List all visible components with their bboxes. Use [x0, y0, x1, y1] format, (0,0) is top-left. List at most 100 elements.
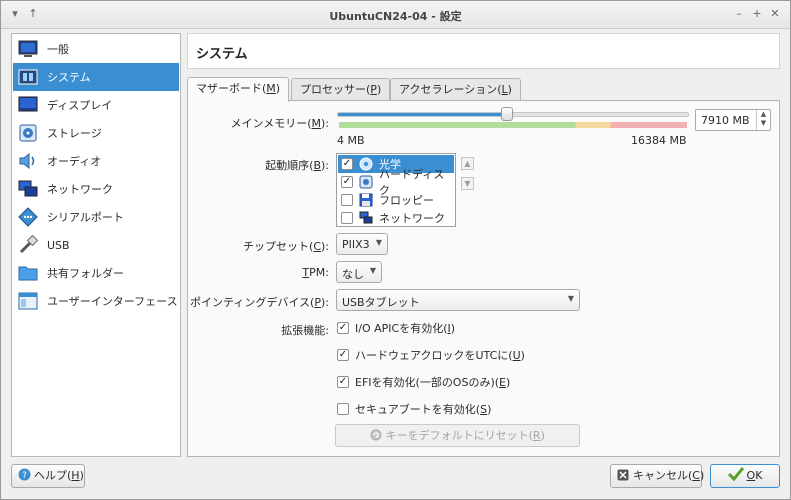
option-label-suffix: ) [450, 322, 456, 335]
option-label: セキュアブートを有効化(S) [355, 401, 491, 417]
secure-boot-checkbox[interactable] [337, 403, 349, 415]
chipset-label-text: チップセット( [243, 240, 314, 253]
chip-icon [17, 67, 39, 87]
secure-boot-option[interactable]: セキュアブートを有効化(S) [337, 401, 491, 417]
memory-slider[interactable] [337, 112, 689, 117]
pointing-device-combo[interactable]: USBタブレット ▼ [336, 289, 580, 311]
option-mnemonic: E [499, 376, 506, 389]
boot-order-label-mnemonic: B [313, 159, 321, 172]
check-icon [727, 465, 747, 487]
spin-down-icon[interactable]: ▼ [757, 119, 770, 128]
tab-label-suffix: ) [376, 83, 382, 96]
io-apic-option[interactable]: ✓ I/O APICを有効化(I) [337, 320, 455, 336]
sidebar-item-label: 共有フォルダー [47, 267, 124, 280]
boot-item-label: フロッピー [379, 194, 434, 207]
cancel-button[interactable]: キャンセル(C) [610, 464, 704, 488]
reset-mnemonic: R [532, 429, 541, 442]
sidebar-item-user-interface[interactable]: ユーザーインターフェース [13, 287, 179, 315]
tpm-combo[interactable]: なし ▼ [336, 261, 382, 283]
boot-move-up-button[interactable]: ▲ [461, 157, 474, 170]
cancel-icon [617, 465, 633, 487]
sidebar-item-label: 一般 [47, 43, 69, 56]
boot-checkbox-network[interactable] [341, 212, 353, 224]
close-button[interactable]: ✕ [767, 6, 783, 22]
boot-item-network[interactable]: ネットワーク [338, 209, 454, 227]
option-label-suffix: ) [487, 403, 492, 416]
boot-checkbox-floppy[interactable] [341, 194, 353, 206]
chipset-label: チップセット(C): [243, 238, 329, 254]
option-label: ハードウェアクロックをUTCに(U) [355, 347, 525, 363]
memory-label-mnemonic: M [311, 117, 322, 130]
reset-keys-button[interactable]: キーをデフォルトにリセット(R) [335, 424, 580, 447]
boot-order-list[interactable]: ✓ 光学 ✓ ハードディスク フロッピー ネットワーク [336, 153, 456, 227]
tab-label-suffix: ) [507, 83, 512, 96]
network-icon [17, 179, 39, 199]
boot-checkbox-optical[interactable]: ✓ [341, 158, 353, 170]
tab-processor[interactable]: プロセッサー(P) [291, 78, 391, 102]
help-icon: ? [18, 465, 34, 487]
memory-slider-handle[interactable] [501, 107, 513, 121]
memory-max-label: 16384 MB [631, 134, 687, 147]
chipset-combo[interactable]: PIIX3 ▼ [336, 233, 388, 255]
io-apic-checkbox[interactable]: ✓ [337, 322, 349, 334]
help-mnemonic: H [71, 469, 80, 482]
option-label: EFIを有効化(一部のOSのみ)(E) [355, 374, 510, 390]
spin-up-icon[interactable]: ▲ [757, 110, 770, 119]
memory-min-label: 4 MB [337, 134, 365, 147]
monitor-icon [17, 39, 39, 59]
sidebar-item-system[interactable]: システム [13, 63, 179, 91]
page-title: システム [196, 47, 248, 62]
chipset-label-suffix: ): [321, 240, 329, 253]
boot-order-label-text: 起動順序( [265, 159, 314, 172]
sidebar-item-shared-folders[interactable]: 共有フォルダー [13, 259, 179, 287]
efi-checkbox[interactable]: ✓ [337, 376, 349, 388]
tab-label: アクセラレーション( [399, 83, 502, 96]
option-label-text: ハードウェアクロックをUTCに( [355, 349, 513, 362]
boot-item-floppy[interactable]: フロッピー [338, 191, 454, 209]
help-label-text: ヘルプ( [34, 469, 72, 482]
maximize-button[interactable]: + [749, 6, 765, 22]
minimize-button[interactable]: – [731, 6, 747, 22]
tpm-value: なし [342, 268, 364, 281]
boot-item-hard-disk[interactable]: ✓ ハードディスク [338, 168, 454, 197]
memory-slider-fill [338, 113, 507, 116]
sidebar-item-storage[interactable]: ストレージ [13, 119, 179, 147]
boot-order-label-suffix: ): [321, 159, 329, 172]
efi-option[interactable]: ✓ EFIを有効化(一部のOSのみ)(E) [337, 374, 510, 390]
help-button[interactable]: ? ヘルプ(H) [11, 464, 85, 488]
chipset-value: PIIX3 [342, 238, 370, 251]
boot-move-down-button[interactable]: ▼ [461, 177, 474, 190]
option-label-text: EFIを有効化(一部のOSのみ)( [355, 376, 500, 389]
sidebar-item-label: オーディオ [47, 155, 102, 168]
title-bar: ▾ ↑ UbuntuCN24-04 - 設定 – + ✕ [1, 1, 790, 29]
option-label-suffix: ) [520, 349, 525, 362]
ok-button[interactable]: OK [710, 464, 780, 488]
tab-acceleration[interactable]: アクセラレーション(L) [390, 78, 521, 102]
sidebar-item-label: USB [47, 238, 70, 252]
option-label: I/O APICを有効化(I) [355, 320, 455, 336]
sidebar-item-label: シリアルポート [47, 211, 124, 224]
optical-disc-icon [359, 157, 373, 171]
folder-icon [17, 263, 39, 283]
settings-window: ▾ ↑ UbuntuCN24-04 - 設定 – + ✕ 一般 システム ディス… [0, 0, 791, 500]
help-label-suffix: ) [79, 469, 84, 482]
boot-checkbox-hard-disk[interactable]: ✓ [341, 176, 353, 188]
serial-port-icon [17, 207, 39, 227]
sidebar-item-general[interactable]: 一般 [13, 35, 179, 63]
sidebar-item-usb[interactable]: USB [13, 231, 179, 259]
sidebar-item-audio[interactable]: オーディオ [13, 147, 179, 175]
cancel-mnemonic: C [692, 469, 700, 482]
sidebar-item-display[interactable]: ディスプレイ [13, 91, 179, 119]
sidebar-item-network[interactable]: ネットワーク [13, 175, 179, 203]
settings-sidebar: 一般 システム ディスプレイ ストレージ オーディオ ネットワーク シリアルポー… [11, 33, 181, 457]
utc-clock-checkbox[interactable]: ✓ [337, 349, 349, 361]
memory-spin-arrows[interactable]: ▲ ▼ [756, 110, 770, 130]
tab-motherboard[interactable]: マザーボード(M) [187, 77, 290, 102]
page-header: システム [187, 33, 780, 69]
sidebar-item-serial-ports[interactable]: シリアルポート [13, 203, 179, 231]
memory-label-text: メインメモリー( [230, 117, 312, 130]
ok-mnemonic: O [746, 469, 756, 482]
utc-clock-option[interactable]: ✓ ハードウェアクロックをUTCに(U) [337, 347, 525, 363]
memory-spinbox[interactable]: 7910 MB ▲ ▼ [695, 109, 771, 131]
boot-item-label: ネットワーク [379, 212, 445, 225]
